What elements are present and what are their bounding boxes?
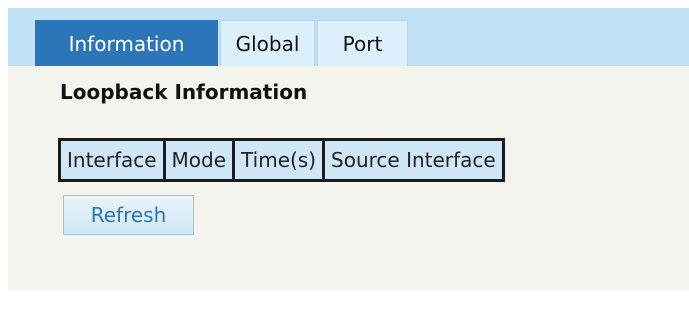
section-title: Loopback Information <box>60 80 308 104</box>
column-header-interface: Interface <box>58 138 166 182</box>
column-header-time: Time(s) <box>232 138 326 182</box>
tab-information[interactable]: Information <box>35 20 218 66</box>
column-header-source-interface: Source Interface <box>322 138 505 182</box>
column-header-mode: Mode <box>162 138 236 182</box>
tab-port[interactable]: Port <box>317 20 408 66</box>
tab-bar: Information Global Port <box>8 8 689 66</box>
refresh-button[interactable]: Refresh <box>63 195 194 235</box>
loopback-table: Interface Mode Time(s) Source Interface <box>58 138 505 182</box>
table-header-row: Interface Mode Time(s) Source Interface <box>58 138 505 182</box>
tab-global[interactable]: Global <box>220 20 315 66</box>
